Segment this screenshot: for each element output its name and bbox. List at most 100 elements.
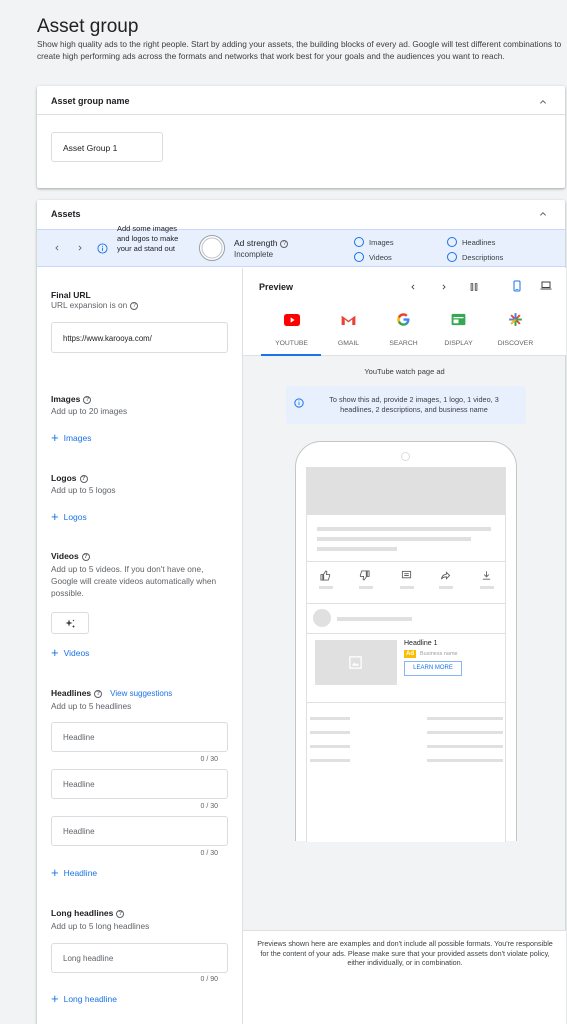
pause-icon[interactable] bbox=[469, 282, 479, 292]
checklist-descriptions: Descriptions bbox=[447, 252, 503, 262]
help-icon[interactable]: ? bbox=[81, 552, 90, 561]
images-sub: Add up to 20 images bbox=[51, 406, 128, 416]
phone-mockup: Headline 1 Ad Business name LEARN MORE bbox=[295, 441, 517, 842]
checklist-headlines: Headlines bbox=[447, 237, 495, 247]
ad-strength-label: Ad strength bbox=[234, 238, 278, 248]
like-icon bbox=[320, 570, 331, 581]
chevron-left-icon[interactable] bbox=[408, 282, 418, 292]
ad-strength-value: Incomplete bbox=[234, 250, 274, 259]
asset-group-name-title: Asset group name bbox=[51, 96, 130, 106]
page-title: Asset group bbox=[37, 16, 139, 37]
long-headlines-title-row: Long headlines? bbox=[51, 908, 125, 918]
final-url-value: https://www.karooya.com/ bbox=[63, 334, 152, 343]
add-headline-button[interactable]: + Headline bbox=[51, 865, 97, 880]
asset-group-name-input[interactable]: Asset Group 1 bbox=[51, 132, 163, 162]
preview-info-text: To show this ad, provide 2 images, 1 log… bbox=[329, 395, 499, 414]
ad-strength-gauge-icon bbox=[199, 235, 225, 261]
radio-empty-icon bbox=[354, 237, 364, 247]
plus-icon: + bbox=[51, 991, 59, 1006]
dislike-icon bbox=[359, 570, 370, 581]
preview-title: Preview bbox=[259, 282, 294, 292]
preview-info-banner: To show this ad, provide 2 images, 1 log… bbox=[286, 386, 526, 424]
add-videos-button[interactable]: + Videos bbox=[51, 645, 89, 660]
long-headlines-sub: Add up to 5 long headlines bbox=[51, 921, 150, 931]
tab-youtube[interactable]: YOUTUBE bbox=[261, 308, 321, 356]
share-icon bbox=[440, 571, 451, 580]
ad-strength-bar: Add some images and logos to make your a… bbox=[37, 224, 565, 267]
asset-group-name-card: Asset group name Asset Group 1 bbox=[37, 86, 565, 188]
headline-counter-1: 0 / 30 bbox=[200, 756, 218, 763]
tab-search[interactable]: SEARCH bbox=[376, 308, 431, 356]
help-icon[interactable]: ? bbox=[116, 909, 125, 918]
google-g-icon bbox=[397, 313, 410, 326]
discover-icon bbox=[509, 313, 522, 326]
add-logos-button[interactable]: + Logos bbox=[51, 509, 87, 524]
tab-gmail-label: GMAIL bbox=[337, 340, 360, 347]
help-icon[interactable]: ? bbox=[79, 474, 88, 483]
help-icon[interactable]: ? bbox=[83, 395, 92, 404]
chevron-up-icon[interactable] bbox=[537, 96, 549, 108]
headline-input-1[interactable]: Headline bbox=[51, 722, 228, 752]
tab-search-label: SEARCH bbox=[389, 340, 418, 347]
phone-screen: Headline 1 Ad Business name LEARN MORE bbox=[306, 467, 506, 842]
images-title-row: Images? bbox=[51, 394, 92, 404]
tab-display-label: DISPLAY bbox=[444, 340, 473, 347]
final-url-sub-row: URL expansion is on? bbox=[51, 299, 139, 311]
chevron-up-icon[interactable] bbox=[537, 208, 549, 220]
ad-strength-label-row: Ad strength? bbox=[234, 238, 289, 248]
final-url-input[interactable]: https://www.karooya.com/ bbox=[51, 322, 228, 353]
help-icon[interactable]: ? bbox=[94, 689, 103, 698]
info-icon bbox=[294, 398, 304, 408]
preview-disclaimer: Previews shown here are examples and don… bbox=[257, 939, 553, 968]
sparkle-icon bbox=[65, 619, 75, 628]
videos-sub: Add up to 5 videos. If you don't have on… bbox=[51, 564, 217, 598]
assets-card: Assets Add some images and logos to make… bbox=[37, 200, 566, 1024]
ad-image-placeholder bbox=[315, 640, 397, 685]
videos-title-row: Videos? bbox=[51, 551, 90, 561]
plus-icon: + bbox=[51, 509, 59, 524]
radio-empty-icon bbox=[354, 252, 364, 262]
youtube-icon bbox=[284, 314, 300, 326]
tab-discover[interactable]: DISCOVER bbox=[486, 308, 546, 356]
display-icon bbox=[451, 313, 466, 326]
preview-header: Preview YOUTUBE GMAIL SEARCH DISPLAY DIS… bbox=[243, 268, 566, 356]
long-headline-input[interactable]: Long headline bbox=[51, 943, 228, 973]
ad-headline: Headline 1 bbox=[404, 640, 438, 647]
chevron-right-icon[interactable] bbox=[75, 243, 85, 253]
long-headline-counter: 0 / 90 bbox=[200, 976, 218, 983]
add-images-button[interactable]: + Images bbox=[51, 430, 91, 445]
view-suggestions-link[interactable]: View suggestions bbox=[110, 689, 172, 698]
chevron-right-icon[interactable] bbox=[439, 282, 449, 292]
help-icon[interactable]: ? bbox=[130, 301, 139, 310]
video-generate-button[interactable] bbox=[51, 612, 89, 634]
headline-counter-2: 0 / 30 bbox=[200, 803, 218, 810]
checklist-videos: Videos bbox=[354, 252, 392, 262]
preview-subtitle: YouTube watch page ad bbox=[364, 367, 445, 376]
ad-badge: Ad bbox=[404, 650, 416, 658]
headline-input-2[interactable]: Headline bbox=[51, 769, 228, 799]
add-long-headline-button[interactable]: + Long headline bbox=[51, 991, 117, 1006]
chevron-left-icon[interactable] bbox=[52, 243, 62, 253]
logos-sub: Add up to 5 logos bbox=[51, 485, 116, 495]
preview-footer-panel: Previews shown here are examples and don… bbox=[243, 930, 566, 1024]
tab-discover-label: DISCOVER bbox=[497, 340, 534, 347]
ad-cta-button[interactable]: LEARN MORE bbox=[404, 661, 462, 676]
headlines-sub: Add up to 5 headlines bbox=[51, 701, 132, 711]
ad-business-name: Business name bbox=[420, 651, 458, 657]
ad-strength-tip: Add some images and logos to make your a… bbox=[117, 224, 179, 253]
headline-counter-3: 0 / 30 bbox=[200, 850, 218, 857]
tab-gmail[interactable]: GMAIL bbox=[321, 308, 376, 356]
mobile-icon[interactable] bbox=[511, 279, 523, 293]
asset-group-name-value: Asset Group 1 bbox=[63, 143, 118, 153]
plus-icon: + bbox=[51, 645, 59, 660]
logos-title-row: Logos? bbox=[51, 473, 88, 483]
headline-input-3[interactable]: Headline bbox=[51, 816, 228, 846]
phone-camera bbox=[401, 452, 410, 461]
radio-empty-icon bbox=[447, 237, 457, 247]
comment-icon bbox=[401, 570, 412, 579]
page-description: Show high quality ads to the right peopl… bbox=[37, 39, 562, 61]
tab-youtube-label: YOUTUBE bbox=[275, 340, 308, 347]
desktop-icon[interactable] bbox=[539, 280, 553, 292]
help-icon[interactable]: ? bbox=[280, 239, 289, 248]
tab-display[interactable]: DISPLAY bbox=[431, 308, 486, 356]
